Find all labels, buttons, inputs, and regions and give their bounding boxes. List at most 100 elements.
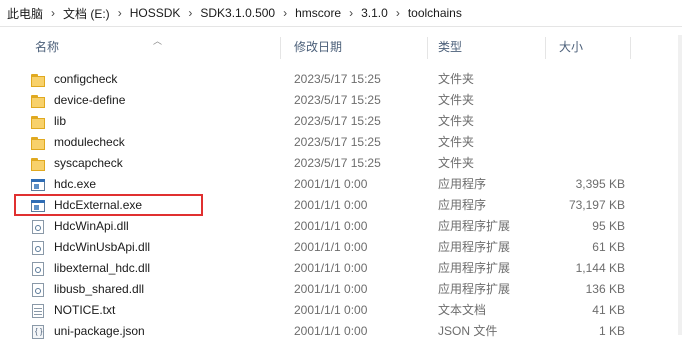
breadcrumb-item-version[interactable]: 3.1.0 (359, 6, 390, 20)
file-size: 1 KB (598, 324, 625, 338)
breadcrumb: 此电脑 › 文档 (E:) › HOSSDK › SDK3.1.0.500 › … (0, 0, 682, 27)
file-size: 41 KB (592, 303, 625, 317)
file-name-cell: libexternal_hdc.dll (30, 258, 280, 279)
file-name: uni-package.json (54, 324, 145, 338)
file-name: lib (54, 114, 67, 128)
file-size (551, 132, 625, 153)
file-size: 136 KB (585, 282, 625, 296)
breadcrumb-item-hossdk[interactable]: HOSSDK (128, 6, 183, 20)
file-name-cell: modulecheck (30, 132, 280, 153)
file-date: 2001/1/1 0:00 (294, 177, 368, 191)
file-date: 2001/1/1 0:00 (294, 303, 368, 317)
file-name: configcheck (54, 72, 118, 86)
file-type: 应用程序 (438, 198, 487, 212)
file-row[interactable]: device-define 2023/5/17 15:25 文件夹 (26, 90, 682, 111)
breadcrumb-item-documents-drive[interactable]: 文档 (E:) (61, 5, 112, 22)
file-name-cell: { } uni-package.json (30, 321, 280, 342)
file-date: 2023/5/17 15:25 (294, 72, 381, 86)
file-row[interactable]: HdcExternal.exe 2001/1/1 0:00 应用程序 73,197 K… (26, 195, 682, 216)
column-header-size[interactable]: 大小 (546, 33, 631, 62)
file-type: 文件夹 (438, 114, 475, 128)
file-row[interactable]: configcheck 2023/5/17 15:25 文件夹 (26, 69, 682, 90)
file-type: 文件夹 (438, 72, 475, 86)
file-row[interactable]: NOTICE.txt 2001/1/1 0:00 文本文档 41 KB (26, 300, 682, 321)
breadcrumb-item-toolchains[interactable]: toolchains (406, 6, 464, 20)
file-date: 2001/1/1 0:00 (294, 219, 368, 233)
file-row[interactable]: libusb_shared.dll 2001/1/1 0:00 应用程序扩展 136 … (26, 279, 682, 300)
file-type: 文本文档 (438, 303, 487, 317)
file-size (551, 153, 625, 174)
file-name: HdcExternal.exe (54, 198, 143, 212)
file-size (551, 111, 625, 132)
file-name: modulecheck (54, 135, 125, 149)
file-date: 2023/5/17 15:25 (294, 135, 381, 149)
dll-icon (30, 261, 46, 277)
dll-icon (30, 282, 46, 298)
file-type: 文件夹 (438, 93, 475, 107)
file-date: 2001/1/1 0:00 (294, 324, 368, 338)
file-name-cell: lib (30, 111, 280, 132)
file-name: NOTICE.txt (54, 303, 116, 317)
file-name-cell: HdcWinUsbApi.dll (30, 237, 280, 258)
file-type: 文件夹 (438, 135, 475, 149)
file-date: 2001/1/1 0:00 (294, 261, 368, 275)
file-row[interactable]: HdcWinUsbApi.dll 2001/1/1 0:00 应用程序扩展 61 KB (26, 237, 682, 258)
file-name-cell: hdc.exe (30, 174, 280, 195)
breadcrumb-item-this-pc[interactable]: 此电脑 (5, 5, 45, 22)
file-size (551, 69, 625, 90)
json-icon: { } (30, 324, 46, 340)
file-name: device-define (54, 93, 126, 107)
dll-icon (30, 240, 46, 256)
folder-icon (30, 93, 46, 109)
file-name-cell: configcheck (30, 69, 280, 90)
chevron-right-icon[interactable]: › (182, 6, 198, 20)
file-name-cell: HdcWinApi.dll (30, 216, 280, 237)
file-name: libexternal_hdc.dll (54, 261, 151, 275)
file-size: 95 KB (592, 219, 625, 233)
column-header-type[interactable]: 类型 (428, 33, 546, 62)
column-header-date[interactable]: 修改日期 (288, 33, 428, 62)
file-date: 2001/1/1 0:00 (294, 198, 368, 212)
file-type: 文件夹 (438, 156, 475, 170)
file-date: 2023/5/17 15:25 (294, 93, 381, 107)
file-name-cell: device-define (30, 90, 280, 111)
chevron-right-icon[interactable]: › (112, 6, 128, 20)
file-name-cell: HdcExternal.exe (30, 195, 280, 216)
vertical-scrollbar[interactable] (676, 33, 682, 341)
file-date: 2023/5/17 15:25 (294, 114, 381, 128)
chevron-right-icon[interactable]: › (390, 6, 406, 20)
file-type: 应用程序 (438, 177, 487, 191)
file-row[interactable]: HdcWinApi.dll 2001/1/1 0:00 应用程序扩展 95 KB (26, 216, 682, 237)
chevron-right-icon[interactable]: › (45, 6, 61, 20)
file-name: HdcWinApi.dll (54, 219, 129, 233)
dll-icon (30, 219, 46, 235)
file-row[interactable]: modulecheck 2023/5/17 15:25 文件夹 (26, 132, 682, 153)
file-size: 1,144 KB (575, 261, 625, 275)
file-type: 应用程序扩展 (438, 240, 511, 254)
file-date: 2001/1/1 0:00 (294, 240, 368, 254)
file-name-cell: libusb_shared.dll (30, 279, 280, 300)
file-type: 应用程序扩展 (438, 219, 511, 233)
file-type: JSON 文件 (438, 324, 498, 338)
file-date: 2001/1/1 0:00 (294, 282, 368, 296)
file-row[interactable]: lib 2023/5/17 15:25 文件夹 (26, 111, 682, 132)
chevron-right-icon[interactable]: › (277, 6, 293, 20)
file-row[interactable]: { } uni-package.json 2001/1/1 0:00 JSON 文件 1… (26, 321, 682, 342)
file-size: 3,395 KB (575, 177, 625, 191)
breadcrumb-item-sdk-version[interactable]: SDK3.1.0.500 (198, 6, 277, 20)
file-size: 73,197 KB (568, 198, 625, 212)
folder-icon (30, 114, 46, 130)
folder-icon (30, 72, 46, 88)
file-name-cell: syscapcheck (30, 153, 280, 174)
txt-icon (30, 303, 46, 319)
exe-icon (30, 177, 46, 193)
file-row[interactable]: hdc.exe 2001/1/1 0:00 应用程序 3,395 KB (26, 174, 682, 195)
column-header-name[interactable]: 名称 ︿ (26, 33, 281, 62)
breadcrumb-item-hmscore[interactable]: hmscore (293, 6, 343, 20)
chevron-right-icon[interactable]: › (343, 6, 359, 20)
file-type: 应用程序扩展 (438, 282, 511, 296)
sort-ascending-icon: ︿ (153, 36, 163, 46)
file-type: 应用程序扩展 (438, 261, 511, 275)
file-row[interactable]: syscapcheck 2023/5/17 15:25 文件夹 (26, 153, 682, 174)
file-row[interactable]: libexternal_hdc.dll 2001/1/1 0:00 应用程序扩展 1,… (26, 258, 682, 279)
